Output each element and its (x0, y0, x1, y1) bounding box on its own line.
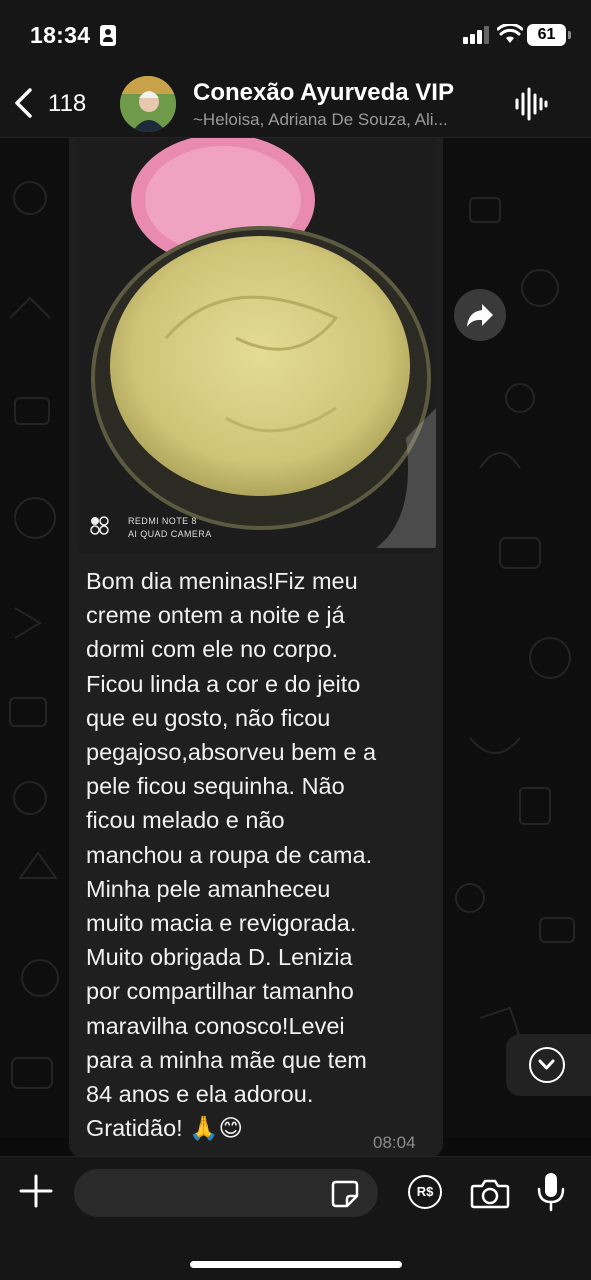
avatar-image (120, 76, 176, 132)
message-line: 84 anos e ela adorou. (86, 1081, 314, 1108)
audio-wave-icon[interactable] (514, 86, 548, 122)
battery-indicator: 61 (527, 24, 571, 46)
camera-watermark: REDMI NOTE 8 AI QUAD CAMERA (90, 516, 211, 541)
plus-icon[interactable] (18, 1173, 54, 1209)
watermark-camera: AI QUAD CAMERA (128, 529, 212, 539)
forward-button[interactable] (454, 289, 506, 341)
cream-jar-image (76, 138, 436, 554)
status-time: 18:34 (30, 22, 91, 48)
message-line: Minha pele amanheceu (86, 875, 331, 902)
group-members[interactable]: ~Heloisa, Adriana De Souza, Ali... (193, 110, 493, 130)
message-line: Bom dia meninas!Fiz meu (86, 568, 358, 594)
message-line: Muito obrigada D. Lenizia (86, 944, 353, 971)
home-indicator[interactable] (190, 1261, 402, 1268)
message-bubble[interactable]: REDMI NOTE 8 AI QUAD CAMERA Bom dia meni… (69, 138, 443, 1158)
message-photo[interactable]: REDMI NOTE 8 AI QUAD CAMERA (76, 138, 436, 554)
forward-icon (467, 304, 493, 327)
message-line: dormi com ele no corpo. (86, 636, 339, 663)
camera-icon[interactable] (470, 1177, 510, 1209)
chevron-down-icon (529, 1047, 565, 1083)
message-composer: R$ (0, 1156, 591, 1280)
message-line: ficou melado e não (86, 807, 285, 834)
signal-icon (463, 26, 489, 44)
group-avatar[interactable] (120, 76, 176, 132)
status-bar: 18:34 61 (0, 0, 591, 70)
scroll-to-bottom-button[interactable] (506, 1034, 591, 1096)
contact-card-icon (100, 25, 116, 46)
back-chevron-icon (15, 88, 32, 118)
wifi-icon (497, 24, 523, 43)
message-line: maravilha conosco!Levei (86, 1012, 345, 1039)
group-name[interactable]: Conexão Ayurveda VIP (193, 79, 454, 107)
message-line: pegajoso,absorveu bem e a (86, 739, 377, 766)
chat-header: 118 Conexão Ayurveda VIP ~Heloisa, Adria… (0, 70, 591, 138)
back-button[interactable]: 118 (12, 84, 102, 124)
message-line: pele ficou sequinha. Não (86, 773, 345, 800)
camera-dots-icon (90, 516, 109, 535)
message-line: creme ontem a noite e já (86, 602, 345, 629)
message-line: para a minha mãe que tem (86, 1046, 367, 1073)
message-time: 08:04 (373, 1133, 416, 1152)
message-line: Ficou linda a cor e do jeito (86, 670, 361, 697)
message-line: que eu gosto, não ficou (86, 704, 331, 731)
watermark-model: REDMI NOTE 8 (128, 516, 197, 526)
unread-count: 118 (48, 90, 87, 117)
mic-icon[interactable] (536, 1171, 566, 1213)
message-line: por compartilhar tamanho (86, 978, 354, 1005)
pix-icon[interactable]: R$ (408, 1175, 442, 1209)
message-line: manchou a roupa de cama. (86, 841, 373, 868)
sticker-icon[interactable] (330, 1179, 360, 1209)
message-line: muito macia e revigorada. (86, 910, 357, 937)
message-text: Bom dia meninas!Fiz meu creme ontem a no… (86, 564, 431, 1145)
